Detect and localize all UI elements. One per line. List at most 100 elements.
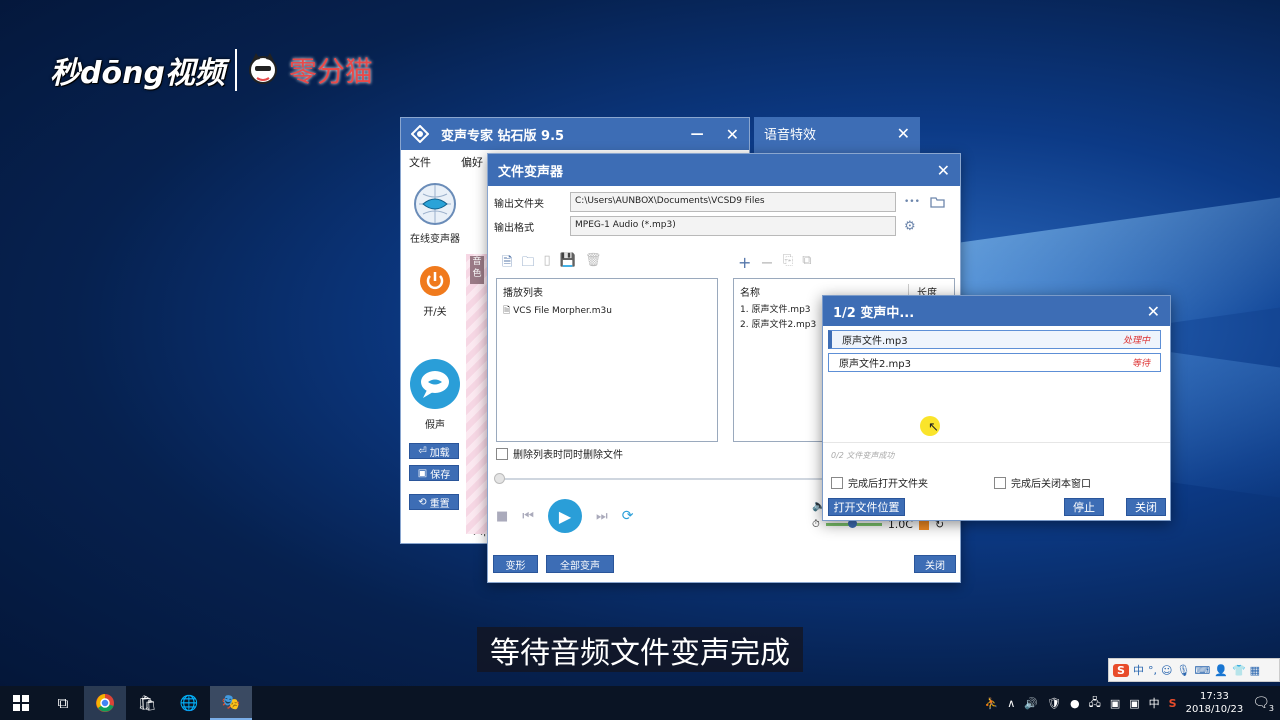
app-tray-icon-2[interactable]: ▣ bbox=[1129, 697, 1139, 710]
next-icon[interactable]: ⏭ bbox=[596, 509, 608, 524]
ime-toolbar: S 中 °, ☺ 🎙 ⌨ 👤 👕 ▦ bbox=[1108, 658, 1280, 682]
folder-icon[interactable] bbox=[930, 196, 945, 208]
volume-tray-icon[interactable]: 🔊 bbox=[1024, 697, 1038, 710]
watermark-brand2: 零分猫 bbox=[288, 55, 373, 88]
voice-changer-taskbar-button[interactable]: 🎭 bbox=[210, 686, 252, 720]
store-bag-icon: 🛍 bbox=[137, 694, 157, 712]
output-format-select[interactable]: MPEG-1 Audio (*.mp3) bbox=[570, 216, 896, 236]
fake-voice-item[interactable]: 假声 bbox=[401, 358, 469, 431]
speed-slider[interactable] bbox=[825, 519, 882, 528]
player-controls: ■ ⏮ ▶ ⏭ ⟳ bbox=[496, 499, 633, 533]
globe-app-icon: 🌐 bbox=[179, 694, 199, 712]
ime-punctuation-toggle[interactable]: °, bbox=[1148, 664, 1157, 677]
grid-icon[interactable]: ▦ bbox=[1250, 664, 1260, 677]
people-icon[interactable]: ⛹ bbox=[985, 697, 999, 710]
show-hidden-icons-chevron[interactable]: ∧ bbox=[1007, 697, 1015, 710]
seek-bar[interactable] bbox=[494, 473, 826, 484]
morpher-title: 文件变声器 bbox=[498, 164, 564, 180]
shirt-icon[interactable]: 👕 bbox=[1232, 664, 1246, 677]
power-toggle[interactable]: 开/关 bbox=[401, 265, 469, 318]
job-status: 处理中 bbox=[1122, 336, 1150, 346]
repeat-icon[interactable]: ⟳ bbox=[622, 508, 634, 524]
playlist-box: 播放列表 🗎 VCS File Morpher.m3u bbox=[496, 278, 718, 442]
job-row[interactable]: 原声文件2.mp3 等待 bbox=[828, 353, 1161, 372]
output-folder-field[interactable]: C:\Users\AUNBOX\Documents\VCSD9 Files bbox=[570, 192, 896, 212]
browse-more-button[interactable]: ••• bbox=[904, 197, 920, 207]
clock-time: 17:33 bbox=[1199, 691, 1229, 702]
add-file-icon[interactable]: + bbox=[738, 253, 751, 272]
load-button[interactable]: ⏎ 加载 bbox=[409, 443, 459, 459]
delete-playlist-icon[interactable]: 🗑 bbox=[585, 253, 602, 275]
start-button[interactable] bbox=[0, 686, 42, 720]
task-view-button[interactable]: ⧉ bbox=[42, 686, 84, 720]
open-file-location-button[interactable]: 打开文件位置 bbox=[828, 498, 905, 516]
morph-button[interactable]: 变形 bbox=[493, 555, 538, 573]
notification-center-button[interactable]: 🗨 3 bbox=[1252, 695, 1274, 713]
main-close-button[interactable]: ✕ bbox=[726, 125, 739, 144]
save-playlist-icon[interactable]: 💾 bbox=[560, 253, 576, 275]
open-playlist-icon[interactable]: 🗀 bbox=[521, 253, 534, 275]
emoji-icon[interactable]: ☺ bbox=[1161, 664, 1172, 677]
microphone-icon[interactable]: 🎙 bbox=[1176, 664, 1190, 677]
stop-button[interactable]: 停止 bbox=[1064, 498, 1104, 516]
job-row[interactable]: 原声文件.mp3 处理中 bbox=[828, 330, 1161, 349]
app-tray-icon[interactable]: ▣ bbox=[1110, 697, 1120, 710]
seek-handle[interactable] bbox=[494, 473, 505, 484]
progress-close-footer-button[interactable]: 关闭 bbox=[1126, 498, 1166, 516]
keyboard-icon[interactable]: ⌨ bbox=[1194, 664, 1210, 677]
close-window-after-label: 完成后关闭本窗口 bbox=[1011, 479, 1091, 490]
play-button[interactable]: ▶ bbox=[548, 499, 582, 533]
progress-title: 1/2 变声中... bbox=[833, 305, 915, 321]
network-tray-icon[interactable]: 🖧 bbox=[1089, 694, 1101, 713]
main-window-title: 变声专家 钻石版 9.5 bbox=[441, 128, 565, 144]
app-taskbar-button[interactable]: 🌐 bbox=[168, 686, 210, 720]
open-folder-after-checkbox[interactable]: 完成后打开文件夹 bbox=[831, 475, 928, 490]
reset-label: 重置 bbox=[429, 498, 450, 510]
save-button[interactable]: ▣ 保存 bbox=[409, 465, 459, 481]
job-file-name: 原声文件.mp3 bbox=[842, 336, 908, 347]
name-column-header[interactable]: 名称 bbox=[740, 284, 760, 299]
globe-lips-icon bbox=[414, 183, 456, 225]
close-window-after-checkbox[interactable]: 完成后关闭本窗口 bbox=[994, 475, 1091, 490]
shield-tray-icon[interactable]: 🛡 bbox=[1047, 697, 1061, 710]
playlist-view-icon[interactable]: ▯ bbox=[543, 253, 550, 275]
voice-effects-window: 语音特效 ✕ bbox=[754, 117, 920, 153]
reset-button[interactable]: ⟲ 重置 bbox=[409, 494, 459, 510]
import-file-icon[interactable]: ⎘ bbox=[783, 253, 793, 272]
morph-progress-dialog: 1/2 变声中... ✕ 原声文件.mp3 处理中 原声文件2.mp3 等待 ↖… bbox=[822, 295, 1171, 521]
checkbox-box bbox=[994, 476, 1006, 489]
format-settings-icon[interactable]: ⚙ bbox=[904, 219, 916, 234]
minimize-button[interactable]: — bbox=[691, 127, 704, 142]
delete-with-list-checkbox[interactable]: 删除列表时同时删除文件 bbox=[496, 446, 623, 461]
remove-file-icon[interactable]: − bbox=[760, 253, 773, 272]
ime-language-toggle[interactable]: 中 bbox=[1133, 662, 1144, 678]
playlist-item[interactable]: 🗎 VCS File Morpher.m3u bbox=[497, 301, 717, 321]
online-changer-item[interactable]: 在线变声器 bbox=[401, 182, 469, 245]
input-language-indicator[interactable]: 中 bbox=[1149, 695, 1160, 711]
qq-tray-icon[interactable]: ● bbox=[1070, 697, 1080, 710]
speech-bubble-icon bbox=[410, 359, 460, 409]
copy-file-icon[interactable]: ⧉ bbox=[802, 253, 811, 272]
menu-file[interactable]: 文件 bbox=[409, 154, 431, 170]
morpher-close-button[interactable]: ✕ bbox=[937, 161, 950, 180]
output-format-label: 输出格式 bbox=[494, 222, 534, 234]
chrome-taskbar-button[interactable] bbox=[84, 686, 126, 720]
speed-icon: ⏱ bbox=[812, 519, 820, 530]
morpher-close-footer-button[interactable]: 关闭 bbox=[914, 555, 956, 573]
user-icon[interactable]: 👤 bbox=[1214, 664, 1228, 677]
progress-close-button[interactable]: ✕ bbox=[1147, 302, 1160, 321]
store-taskbar-button[interactable]: 🛍 bbox=[126, 686, 168, 720]
menu-preferences[interactable]: 偏好 bbox=[461, 154, 483, 170]
voice-tone-tag: 音色 bbox=[470, 256, 484, 284]
taskbar-clock[interactable]: 17:33 2018/10/23 bbox=[1186, 690, 1244, 716]
sogou-logo-icon[interactable]: S bbox=[1113, 663, 1129, 677]
sogou-tray-icon[interactable]: S bbox=[1169, 697, 1177, 710]
fx-close-button[interactable]: ✕ bbox=[897, 124, 910, 143]
speed-edit-icon[interactable] bbox=[919, 519, 929, 530]
open-folder-after-label: 完成后打开文件夹 bbox=[848, 479, 928, 490]
morph-all-button[interactable]: 全部变声 bbox=[546, 555, 614, 573]
new-playlist-icon[interactable]: 🗎 bbox=[502, 253, 512, 275]
online-changer-label: 在线变声器 bbox=[410, 234, 460, 245]
previous-icon[interactable]: ⏮ bbox=[522, 509, 534, 524]
stop-icon[interactable]: ■ bbox=[496, 509, 508, 524]
